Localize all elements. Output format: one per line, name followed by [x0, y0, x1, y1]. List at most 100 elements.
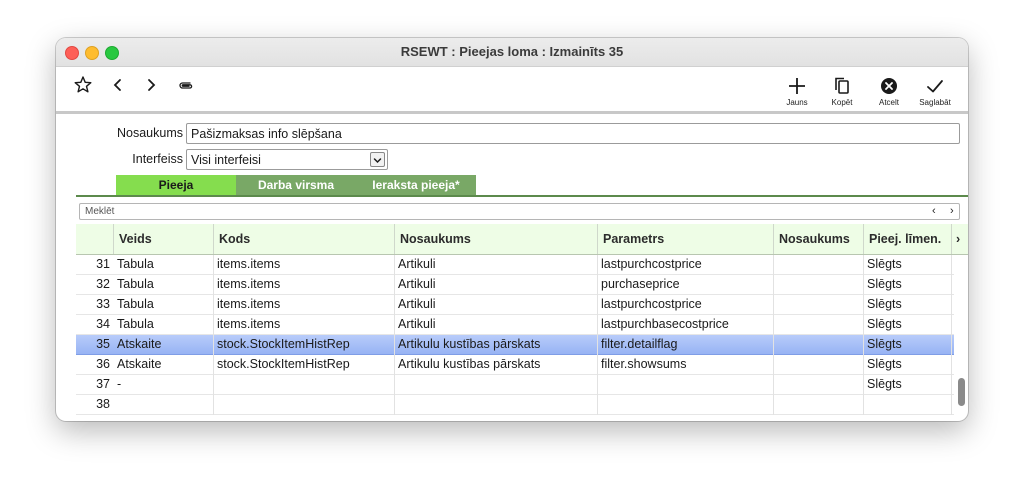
cell-kods[interactable]: items.items — [214, 255, 395, 275]
cell-veids[interactable]: Tabula — [114, 295, 214, 315]
new-button-label: Jauns — [786, 98, 808, 107]
cell-veids[interactable]: Tabula — [114, 275, 214, 295]
row-number[interactable]: 32 — [76, 275, 114, 295]
cell-nosaukums-2[interactable] — [774, 375, 864, 395]
search-prev-button[interactable]: ‹ — [932, 204, 936, 219]
cell-nosaukums[interactable]: Artikuli — [395, 315, 598, 335]
new-button[interactable]: Jauns — [775, 75, 819, 111]
cell-kods[interactable]: stock.StockItemHistRep — [214, 355, 395, 375]
back-icon[interactable] — [107, 74, 129, 96]
interface-select[interactable]: Visi interfeisi — [186, 149, 388, 170]
cell-nosaukums[interactable] — [395, 375, 598, 395]
cell-pieej-limen[interactable]: Slēgts — [864, 315, 952, 335]
cell-pieej-limen[interactable]: Slēgts — [864, 295, 952, 315]
table-row[interactable]: 35 Atskaite stock.StockItemHistRep Artikulu… — [76, 335, 954, 355]
cell-veids[interactable]: Atskaite — [114, 335, 214, 355]
row-number[interactable]: 34 — [76, 315, 114, 335]
row-number[interactable]: 33 — [76, 295, 114, 315]
header-rownum — [76, 224, 114, 254]
header-nosaukums[interactable]: Nosaukums — [395, 224, 598, 254]
tab-pieeja[interactable]: Pieeja — [116, 175, 236, 195]
header-scroll-right-button[interactable]: › — [952, 224, 968, 254]
cell-pieej-limen[interactable]: Slēgts — [864, 335, 952, 355]
cell-parametrs[interactable]: filter.detailflag — [598, 335, 774, 355]
cell-kods[interactable]: items.items — [214, 315, 395, 335]
header-veids[interactable]: Veids — [114, 224, 214, 254]
table-row[interactable]: 37- Slēgts — [76, 375, 954, 395]
cell-nosaukums-2[interactable] — [774, 335, 864, 355]
table-row[interactable]: 33 Tabula items.items Artikuli lastpurchcost… — [76, 295, 954, 315]
scrollbar-thumb[interactable] — [958, 378, 965, 406]
window-title: RSEWT : Pieejas loma : Izmainīts 35 — [400, 44, 624, 59]
tab-darba-virsma[interactable]: Darba virsma — [236, 175, 356, 195]
table-row[interactable]: 31 Tabula items.items Artikuli lastpurchcost… — [76, 255, 954, 275]
name-label: Nosaukums — [117, 126, 183, 140]
cell-veids[interactable]: - — [114, 375, 214, 395]
cell-pieej-limen[interactable]: Slēgts — [864, 275, 952, 295]
checkmark-icon — [927, 80, 943, 93]
cell-nosaukums-2[interactable] — [774, 295, 864, 315]
cell-nosaukums[interactable]: Artikulu kustības pārskats — [395, 335, 598, 355]
chevron-down-icon[interactable] — [370, 152, 385, 167]
toolbar: Jauns Kopēt Atcelt Saglabāt — [56, 67, 968, 112]
cell-parametrs[interactable]: purchaseprice — [598, 275, 774, 295]
cell-nosaukums[interactable]: Artikulu kustības pārskats — [395, 355, 598, 375]
cell-nosaukums[interactable]: Artikuli — [395, 295, 598, 315]
table-row[interactable]: 32 Tabula items.items Artikuli purchaseprice… — [76, 275, 954, 295]
tab-ieraksta-pieeja[interactable]: Ieraksta pieeja* — [356, 175, 476, 195]
header-pieej-limen[interactable]: Pieej. līmen. — [864, 224, 952, 254]
table-row[interactable]: 38 — [76, 395, 954, 415]
row-number[interactable]: 38 — [76, 395, 114, 415]
cell-nosaukums-2[interactable] — [774, 355, 864, 375]
cell-nosaukums[interactable] — [395, 395, 598, 415]
cell-nosaukums-2[interactable] — [774, 315, 864, 335]
cell-parametrs[interactable] — [598, 375, 774, 395]
cell-parametrs[interactable]: lastpurchcostprice — [598, 255, 774, 275]
cell-nosaukums-2[interactable] — [774, 255, 864, 275]
cell-pieej-limen[interactable]: Slēgts — [864, 255, 952, 275]
cancel-icon — [881, 78, 897, 94]
row-number[interactable]: 36 — [76, 355, 114, 375]
cell-kods[interactable]: items.items — [214, 295, 395, 315]
cell-veids[interactable] — [114, 395, 214, 415]
table-row[interactable]: 36 Atskaite stock.StockItemHistRep Artikulu… — [76, 355, 954, 375]
cell-kods[interactable] — [214, 375, 395, 395]
forward-icon[interactable] — [140, 74, 162, 96]
cell-parametrs[interactable] — [598, 395, 774, 415]
cell-veids[interactable]: Atskaite — [114, 355, 214, 375]
cell-nosaukums[interactable]: Artikuli — [395, 275, 598, 295]
row-number[interactable]: 35 — [76, 335, 114, 355]
name-input[interactable]: Pašizmaksas info slēpšana — [186, 123, 960, 144]
cell-parametrs[interactable]: lastpurchcostprice — [598, 295, 774, 315]
header-parametrs[interactable]: Parametrs — [598, 224, 774, 254]
cell-pieej-limen[interactable]: Slēgts — [864, 375, 952, 395]
cell-pieej-limen[interactable] — [864, 395, 952, 415]
star-icon[interactable] — [72, 74, 94, 96]
row-number[interactable]: 37 — [76, 375, 114, 395]
cell-veids[interactable]: Tabula — [114, 315, 214, 335]
interface-label: Interfeiss — [132, 152, 183, 166]
cell-veids[interactable]: Tabula — [114, 255, 214, 275]
vertical-scrollbar[interactable] — [956, 255, 968, 421]
search-input[interactable]: Meklēt ‹ › — [79, 203, 960, 220]
search-next-button[interactable]: › — [950, 204, 954, 219]
header-nosaukums-2[interactable]: Nosaukums — [774, 224, 864, 254]
cell-kods[interactable]: items.items — [214, 275, 395, 295]
cell-parametrs[interactable]: filter.showsums — [598, 355, 774, 375]
app-window: RSEWT : Pieejas loma : Izmainīts 35 Jaun… — [56, 38, 968, 421]
row-number[interactable]: 31 — [76, 255, 114, 275]
cell-nosaukums-2[interactable] — [774, 275, 864, 295]
cell-nosaukums-2[interactable] — [774, 395, 864, 415]
cell-kods[interactable]: stock.StockItemHistRep — [214, 335, 395, 355]
header-kods[interactable]: Kods — [214, 224, 395, 254]
save-button[interactable]: Saglabāt — [913, 75, 957, 111]
cell-nosaukums[interactable]: Artikuli — [395, 255, 598, 275]
cell-parametrs[interactable]: lastpurchbasecostprice — [598, 315, 774, 335]
attachment-icon[interactable] — [174, 74, 196, 96]
cell-kods[interactable] — [214, 395, 395, 415]
copy-button[interactable]: Kopēt — [820, 75, 864, 111]
cell-pieej-limen[interactable]: Slēgts — [864, 355, 952, 375]
cancel-button[interactable]: Atcelt — [867, 75, 911, 111]
table-row[interactable]: 34 Tabula items.items Artikuli lastpurchbase… — [76, 315, 954, 335]
table-header: Veids Kods Nosaukums Parametrs Nosaukums… — [76, 224, 968, 255]
